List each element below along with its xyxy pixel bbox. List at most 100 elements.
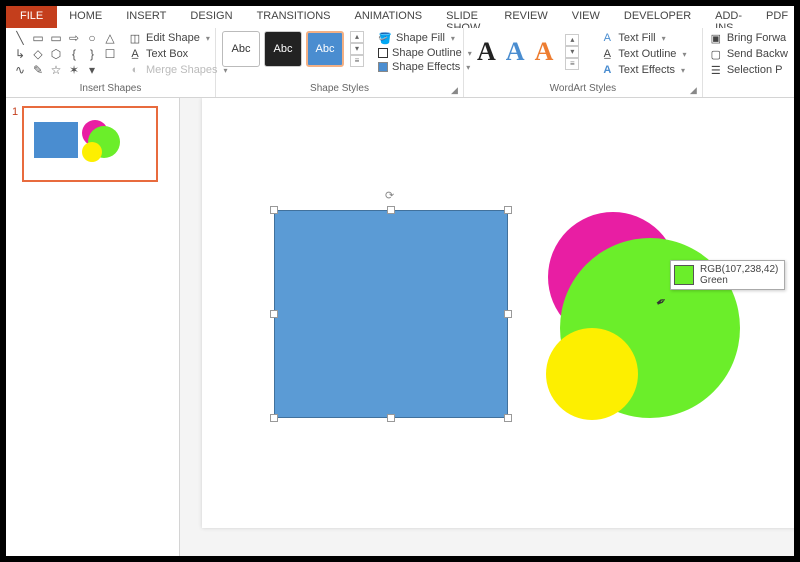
shape-curve-icon[interactable]: ∿	[12, 63, 28, 77]
style-gallery-more[interactable]: ▴ ▾ ≡	[350, 31, 364, 67]
main-area: 1 ⟳	[6, 98, 794, 556]
shape-rect2-icon[interactable]: ▭	[48, 31, 64, 45]
resize-handle-tr[interactable]	[504, 206, 512, 214]
resize-handle-bl[interactable]	[270, 414, 278, 422]
tab-animations[interactable]: ANIMATIONS	[343, 6, 435, 28]
send-backward-icon: ▢	[709, 47, 723, 61]
send-backward-button[interactable]: ▢ Send Backw	[709, 47, 788, 61]
text-effects-button[interactable]: A Text Effects▾	[600, 63, 686, 77]
style-preset-1[interactable]: Abc	[222, 31, 260, 67]
yellow-circle-shape[interactable]	[546, 328, 638, 420]
tooltip-color-swatch	[674, 265, 694, 285]
text-fill-button[interactable]: A Text Fill▾	[600, 31, 686, 45]
resize-handle-br[interactable]	[504, 414, 512, 422]
group-label-wordart: WordArt Styles	[470, 83, 696, 96]
group-shape-styles: Abc Abc Abc ▴ ▾ ≡ 🪣 Shape Fill▾	[216, 28, 464, 97]
tab-view[interactable]: VIEW	[560, 6, 612, 28]
tab-insert[interactable]: INSERT	[114, 6, 178, 28]
slide-thumbnail-panel: 1	[6, 98, 180, 556]
shape-effects-label: Shape Effects	[392, 61, 460, 73]
shape-freeform-icon[interactable]: ✎	[30, 63, 46, 77]
scroll-down-icon[interactable]: ▾	[350, 43, 364, 55]
expand-gallery-icon[interactable]: ≡	[350, 55, 364, 67]
shape-outline-icon	[378, 48, 388, 58]
shape-brace2-icon[interactable]: }	[84, 47, 100, 61]
wordart-gallery[interactable]: A A A ▴ ▾ ≡	[470, 31, 586, 73]
tab-slideshow[interactable]: SLIDE SHOW	[434, 6, 492, 28]
tab-pdf[interactable]: PDF	[754, 6, 800, 28]
shape-more-icon[interactable]: ▾	[84, 63, 100, 77]
wordart-preset-1[interactable]: A	[477, 37, 496, 67]
shape-styles-dialog-launcher[interactable]: ◢	[451, 85, 461, 95]
wa-scroll-down-icon[interactable]: ▾	[565, 46, 579, 58]
shape-star-icon[interactable]: ☆	[48, 63, 64, 77]
wa-scroll-up-icon[interactable]: ▴	[565, 34, 579, 46]
bring-forward-icon: ▣	[709, 31, 723, 45]
shape-triangle-icon[interactable]: △	[102, 31, 118, 45]
tab-review[interactable]: REVIEW	[492, 6, 559, 28]
shape-connector-icon[interactable]: ↳	[12, 47, 28, 61]
tab-home[interactable]: HOME	[57, 6, 114, 28]
bring-forward-label: Bring Forwa	[727, 32, 786, 44]
wordart-preset-3[interactable]: A	[535, 37, 554, 67]
rotate-handle[interactable]: ⟳	[385, 189, 397, 201]
shape-rect-icon[interactable]: ▭	[30, 31, 46, 45]
send-backward-label: Send Backw	[727, 48, 788, 60]
slide-thumbnail-1[interactable]	[22, 106, 158, 182]
edit-shape-icon: ◫	[128, 31, 142, 45]
powerpoint-window: FILE HOME INSERT DESIGN TRANSITIONS ANIM…	[6, 6, 794, 556]
tab-transitions[interactable]: TRANSITIONS	[245, 6, 343, 28]
resize-handle-tl[interactable]	[270, 206, 278, 214]
tooltip-rgb-value: RGB(107,238,42)	[700, 264, 778, 275]
slide-canvas-area[interactable]: ⟳ ✒ RGB(107,238,42) Green	[180, 98, 794, 556]
shape-hexagon-icon[interactable]: ⬡	[48, 47, 64, 61]
wordart-gallery-more[interactable]: ▴ ▾ ≡	[565, 34, 579, 70]
resize-handle-mr[interactable]	[504, 310, 512, 318]
resize-handle-bm[interactable]	[387, 414, 395, 422]
wa-expand-icon[interactable]: ≡	[565, 58, 579, 70]
shape-arrow-icon[interactable]: ⇨	[66, 31, 82, 45]
style-preset-3[interactable]: Abc	[306, 31, 344, 67]
wordart-dialog-launcher[interactable]: ◢	[690, 85, 700, 95]
wordart-preset-2[interactable]: A	[506, 37, 525, 67]
ribbon-tabs: FILE HOME INSERT DESIGN TRANSITIONS ANIM…	[6, 6, 794, 28]
slide[interactable]: ⟳ ✒ RGB(107,238,42) Green	[202, 98, 794, 528]
shape-brace-icon[interactable]: {	[66, 47, 82, 61]
shape-style-gallery[interactable]: Abc Abc Abc ▴ ▾ ≡	[222, 31, 364, 67]
style-preset-2[interactable]: Abc	[264, 31, 302, 67]
shape-fill-button[interactable]: 🪣 Shape Fill▾	[378, 31, 472, 45]
selection-pane-icon: ☰	[709, 63, 723, 77]
edit-shape-button[interactable]: ◫ Edit Shape▾	[128, 31, 228, 45]
shape-effects-button[interactable]: Shape Effects▾	[378, 61, 472, 73]
shape-oval-icon[interactable]: ○	[84, 31, 100, 45]
merge-shapes-button: ◐ Merge Shapes▾	[128, 63, 228, 77]
text-box-button[interactable]: A̲ Text Box	[128, 47, 228, 61]
group-arrange: ▣ Bring Forwa ▢ Send Backw ☰ Selection P	[703, 28, 794, 97]
resize-handle-ml[interactable]	[270, 310, 278, 318]
text-fill-icon: A	[600, 31, 614, 45]
merge-shapes-label: Merge Shapes	[146, 64, 218, 76]
shape-callout-icon[interactable]: ☐	[102, 47, 118, 61]
selected-rectangle-shape[interactable]: ⟳	[274, 210, 508, 418]
resize-handle-tm[interactable]	[387, 206, 395, 214]
thumbnail-number: 1	[12, 106, 18, 182]
shape-sun-icon[interactable]: ✶	[66, 63, 82, 77]
shape-diamond-icon[interactable]: ◇	[30, 47, 46, 61]
selection-pane-button[interactable]: ☰ Selection P	[709, 63, 788, 77]
thumb-yellow-circle	[82, 142, 102, 162]
shape-outline-button[interactable]: Shape Outline▾	[378, 47, 472, 59]
scroll-up-icon[interactable]: ▴	[350, 31, 364, 43]
edit-shape-label: Edit Shape	[146, 32, 200, 44]
group-wordart-styles: A A A ▴ ▾ ≡ A Text Fill▾ A̲	[464, 28, 703, 97]
tab-file[interactable]: FILE	[6, 6, 57, 28]
ribbon: ╲ ▭ ▭ ⇨ ○ △ ↳ ◇ ⬡ { } ☐ ∿ ✎ ☆ ✶ ▾	[6, 28, 794, 98]
text-outline-button[interactable]: A̲ Text Outline▾	[600, 47, 686, 61]
group-label-shape-styles: Shape Styles	[222, 83, 457, 96]
shapes-gallery[interactable]: ╲ ▭ ▭ ⇨ ○ △ ↳ ◇ ⬡ { } ☐ ∿ ✎ ☆ ✶ ▾	[12, 31, 118, 77]
tab-developer[interactable]: DEVELOPER	[612, 6, 703, 28]
text-outline-icon: A̲	[600, 47, 614, 61]
shape-line-icon[interactable]: ╲	[12, 31, 28, 45]
tab-design[interactable]: DESIGN	[178, 6, 244, 28]
tab-addins[interactable]: ADD-INS	[703, 6, 754, 28]
bring-forward-button[interactable]: ▣ Bring Forwa	[709, 31, 788, 45]
